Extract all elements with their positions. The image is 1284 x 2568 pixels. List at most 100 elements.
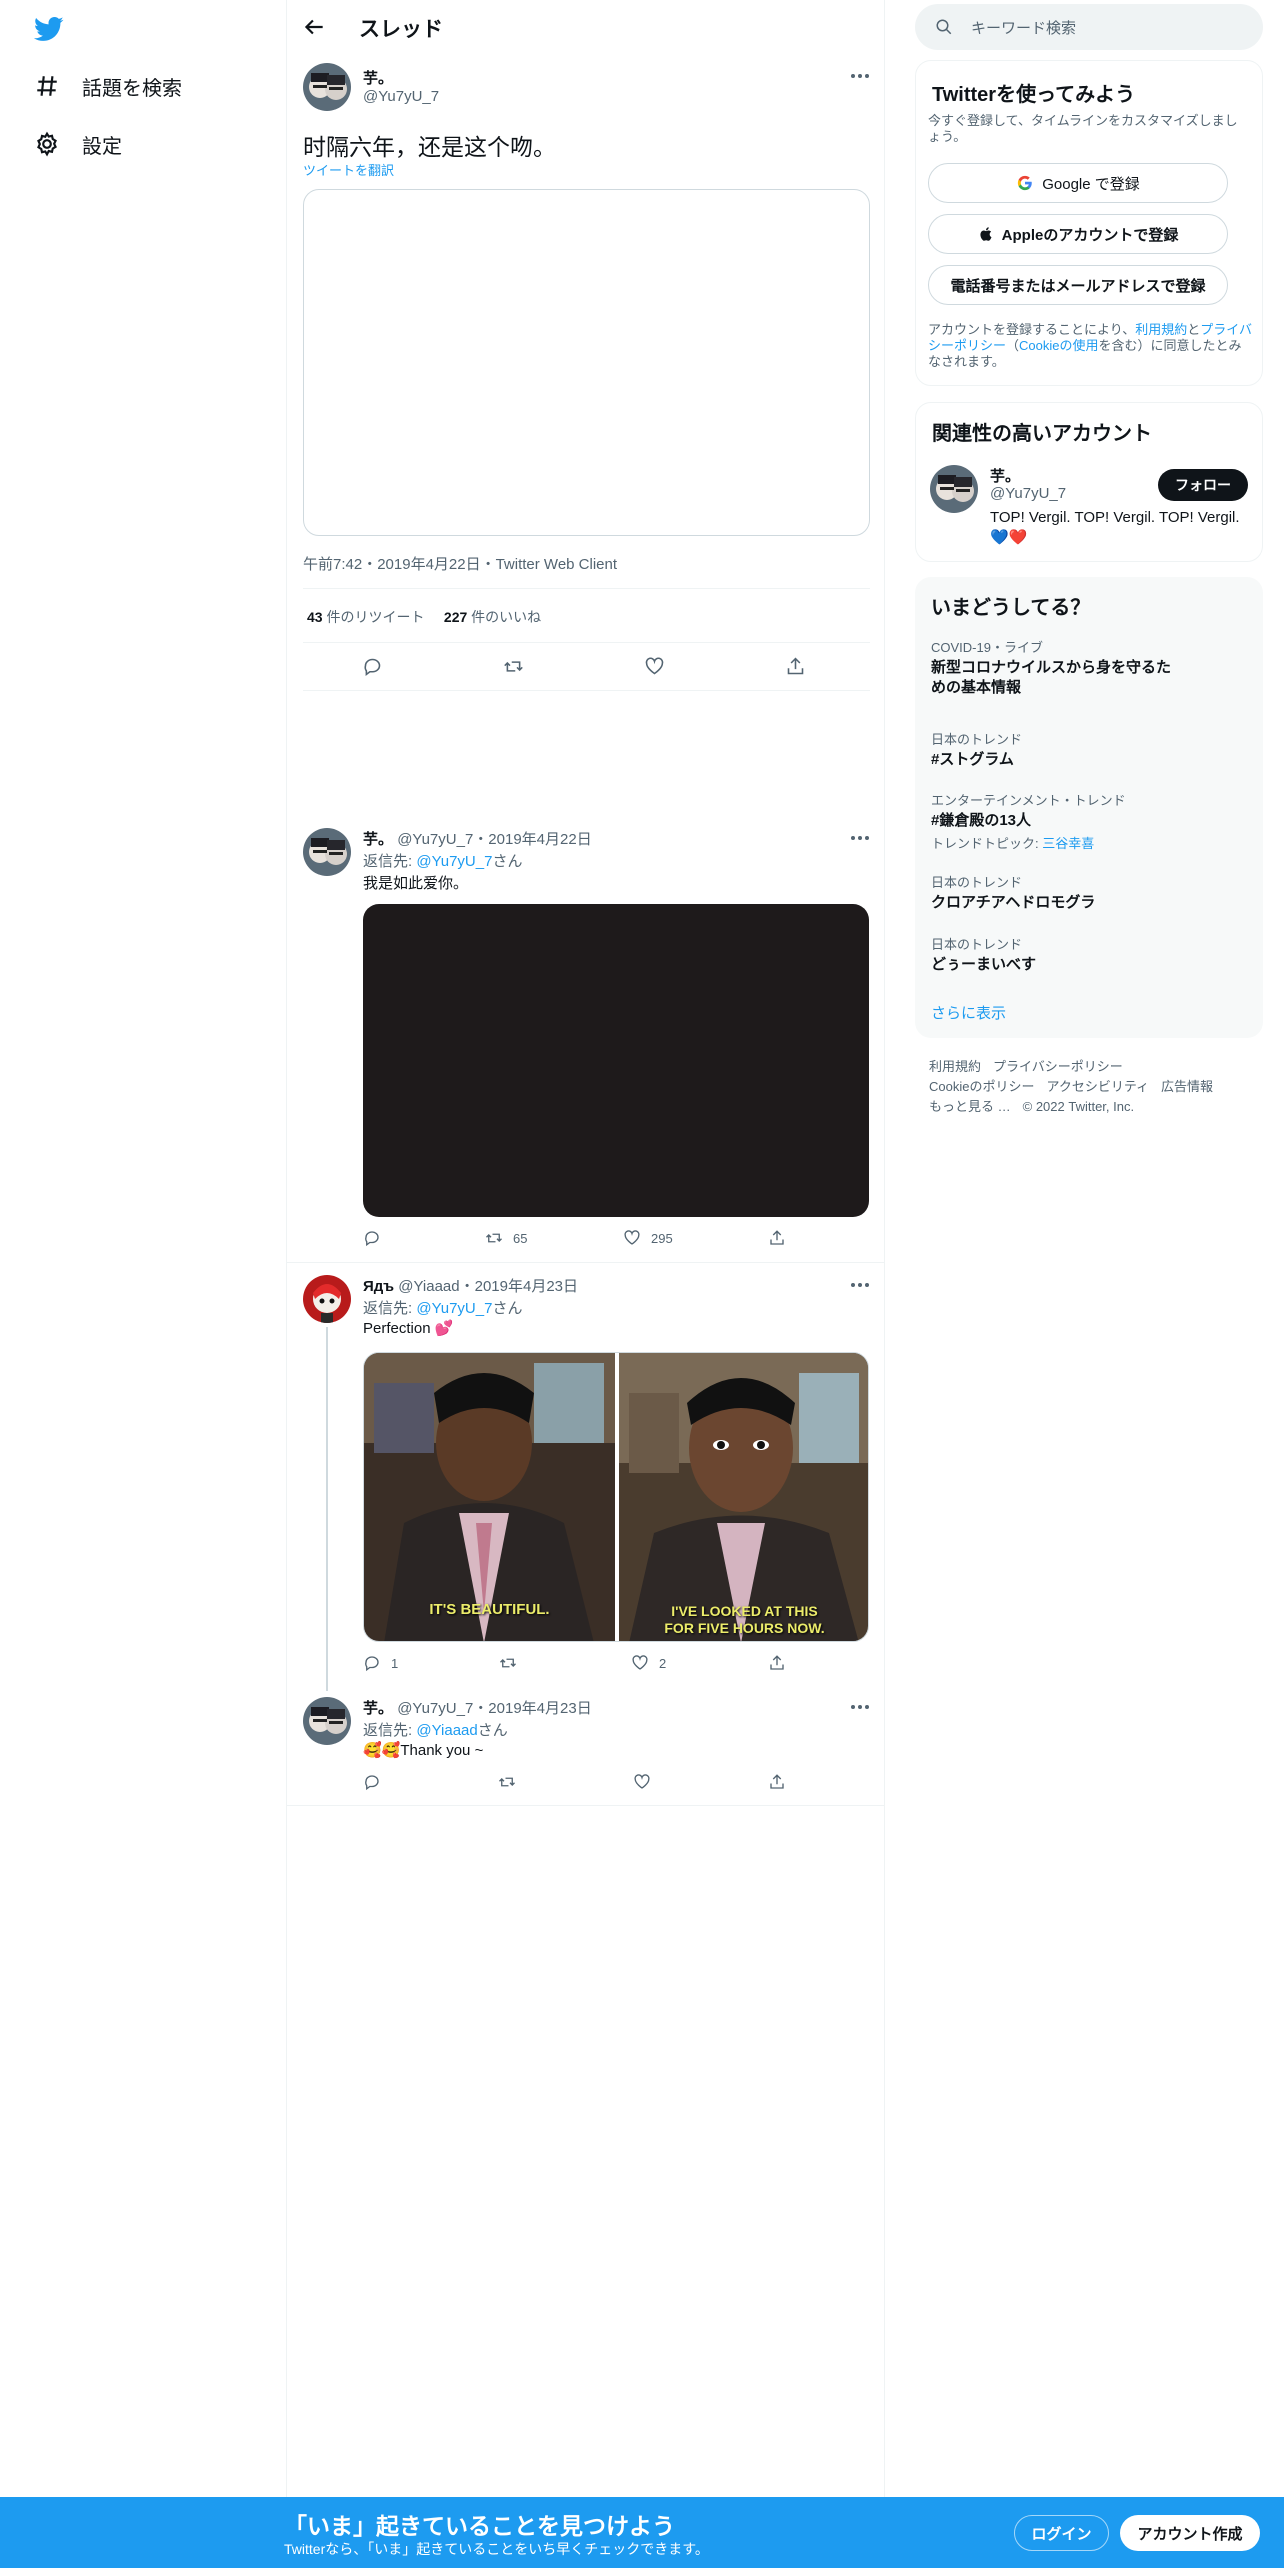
trend-item[interactable]: 日本のトレンド どぅーまいべす [931, 934, 1231, 975]
gear-icon [37, 131, 57, 157]
trend-item[interactable]: 日本のトレンド #ストグラム [931, 729, 1231, 770]
reply-to-link[interactable]: @Yu7yU_7 [416, 1300, 492, 1317]
avatar-image [303, 63, 351, 111]
gif-caption-right-line-1: I'VE LOOKED AT THIS [671, 1603, 818, 1619]
terms-link[interactable]: 利用規約 [1135, 322, 1187, 337]
more-icon[interactable] [851, 1281, 873, 1289]
trend-item[interactable]: エンターテインメント・トレンド #鎌倉殿の13人 トレンドトピック: 三谷幸喜 [931, 790, 1231, 852]
avatar-image [303, 1275, 351, 1323]
reply-button[interactable] [363, 1229, 391, 1247]
reply-count: 1 [391, 1655, 399, 1671]
banner-subtitle: Twitterなら、「いま」起きていることをいち早くチェックできます。 [284, 2541, 709, 2557]
retweet-icon [500, 1658, 516, 1668]
retweet-button[interactable]: 65 [485, 1229, 527, 1247]
show-more-link[interactable]: さらに表示 [931, 1002, 1006, 1023]
apple-signup-button[interactable]: Appleのアカウントで登録 [928, 214, 1228, 254]
avatar[interactable] [303, 828, 351, 876]
tweet-date[interactable]: ・2019年4月23日 [460, 1278, 578, 1295]
author-handle[interactable]: @Yu7yU_7 [397, 831, 473, 848]
trend-topic-link[interactable]: 三谷幸喜 [1042, 836, 1094, 851]
related-accounts-title: 関連性の高いアカウント [932, 423, 1152, 445]
trend-category: 日本のトレンド [931, 937, 1023, 952]
nav-settings[interactable]: 設定 [34, 124, 122, 164]
share-button[interactable] [768, 1654, 786, 1672]
search-bar[interactable]: キーワード検索 [915, 4, 1263, 50]
related-account-name[interactable]: 芋。 [990, 465, 1020, 486]
google-signup-button[interactable]: Google で登録 [928, 163, 1228, 203]
terms-text-1: アカウントを登録することにより、 [928, 322, 1136, 337]
reply-to-suffix: さん [492, 1300, 523, 1317]
tweet-date[interactable]: ・2019年4月23日 [473, 1700, 591, 1717]
avatar[interactable] [303, 1697, 351, 1745]
translate-link[interactable]: ツイートを翻訳 [303, 160, 394, 179]
author-name[interactable]: 芋。 [363, 1700, 393, 1717]
footer-link[interactable]: アクセシビリティ [1046, 1079, 1149, 1094]
author-name[interactable]: 芋。 [363, 67, 393, 88]
retweet-button[interactable] [499, 1654, 527, 1672]
nav-explore[interactable]: 話題を検索 [34, 66, 182, 106]
retweet-icon [486, 1233, 502, 1243]
like-button[interactable]: 295 [623, 1229, 673, 1247]
follow-button[interactable]: フォロー [1158, 469, 1248, 501]
reply-button[interactable]: 1 [363, 1654, 398, 1672]
related-account-handle[interactable]: @Yu7yU_7 [990, 485, 1066, 502]
like-count[interactable]: 227 [444, 609, 467, 625]
signup-title: Twitterを使ってみよう [932, 84, 1136, 106]
gif-media[interactable]: IT'S BEAUTIFUL. I'VE LOOKED AT THIS FOR … [363, 1352, 869, 1642]
retweet-icon [499, 1777, 515, 1787]
avatar[interactable] [303, 63, 351, 111]
reply-button[interactable] [362, 656, 383, 677]
search-input[interactable]: キーワード検索 [971, 17, 1076, 38]
author-handle[interactable]: @Yiaaad [398, 1278, 459, 1295]
reply-to-prefix: 返信先: [363, 1300, 417, 1317]
reply-button[interactable] [363, 1773, 391, 1791]
retweet-button[interactable] [498, 1773, 526, 1791]
engagement-stats: 43 件のリツイート 227 件のいいね [307, 607, 541, 627]
author-name[interactable]: 芋。 [363, 831, 393, 848]
gif-caption-right: I'VE LOOKED AT THIS FOR FIVE HOURS NOW. [619, 1603, 868, 1637]
share-button[interactable] [768, 1229, 786, 1247]
cookie-link[interactable]: Cookieの使用 [1019, 338, 1098, 353]
reply-icon [364, 658, 381, 676]
phone-email-signup-button[interactable]: 電話番号またはメールアドレスで登録 [928, 265, 1228, 305]
media-embed-placeholder[interactable] [303, 189, 870, 536]
video-player[interactable] [363, 904, 869, 1217]
footer-link[interactable]: 広告情報 [1161, 1079, 1213, 1094]
author-handle[interactable]: @Yu7yU_7 [363, 88, 439, 105]
more-icon[interactable] [851, 834, 873, 842]
reply-header: 芋。 @Yu7yU_7・2019年4月22日 [363, 828, 592, 849]
trend-title: クロアチアヘドロモグラ [931, 894, 1096, 911]
signup-button[interactable]: アカウント作成 [1120, 2515, 1260, 2551]
tweet-text: Perfection 💕 [363, 1320, 454, 1337]
share-button[interactable] [785, 656, 806, 677]
avatar[interactable] [930, 465, 978, 513]
phone-email-signup-label: 電話番号またはメールアドレスで登録 [950, 277, 1206, 295]
footer-link[interactable]: 利用規約 [929, 1059, 981, 1074]
author-handle[interactable]: @Yu7yU_7 [397, 1700, 473, 1717]
share-button[interactable] [768, 1773, 786, 1791]
retweet-count[interactable]: 43 [307, 609, 323, 625]
like-button[interactable] [633, 1773, 661, 1791]
author-name[interactable]: Ядъ [363, 1278, 394, 1295]
share-icon [770, 1230, 784, 1245]
more-icon[interactable] [851, 72, 873, 80]
like-button[interactable]: 2 [631, 1654, 666, 1672]
tweet-date[interactable]: ・2019年4月22日 [473, 831, 591, 848]
trend-item[interactable]: 日本のトレンド クロアチアヘドロモグラ [931, 872, 1231, 913]
reply-to-link[interactable]: @Yu7yU_7 [416, 853, 492, 870]
trend-item[interactable]: COVID-19・ライブ 新型コロナウイルスから身を守るための基本情報 [931, 637, 1171, 698]
reply-icon [365, 1775, 379, 1791]
like-button[interactable] [644, 656, 665, 677]
hashtag-icon [37, 76, 57, 96]
twitter-logo-icon[interactable] [34, 14, 64, 44]
more-icon[interactable] [851, 1703, 873, 1711]
avatar[interactable] [303, 1275, 351, 1323]
back-arrow-icon[interactable] [301, 14, 327, 40]
footer-link[interactable]: Cookieのポリシー [929, 1079, 1034, 1094]
footer-more-link[interactable]: もっと見る … [929, 1099, 1011, 1114]
trend-category: 日本のトレンド [931, 875, 1023, 890]
retweet-button[interactable] [503, 656, 524, 677]
footer-link[interactable]: プライバシーポリシー [993, 1059, 1123, 1074]
reply-to-link[interactable]: @Yiaaad [416, 1722, 477, 1739]
login-button[interactable]: ログイン [1014, 2515, 1109, 2551]
